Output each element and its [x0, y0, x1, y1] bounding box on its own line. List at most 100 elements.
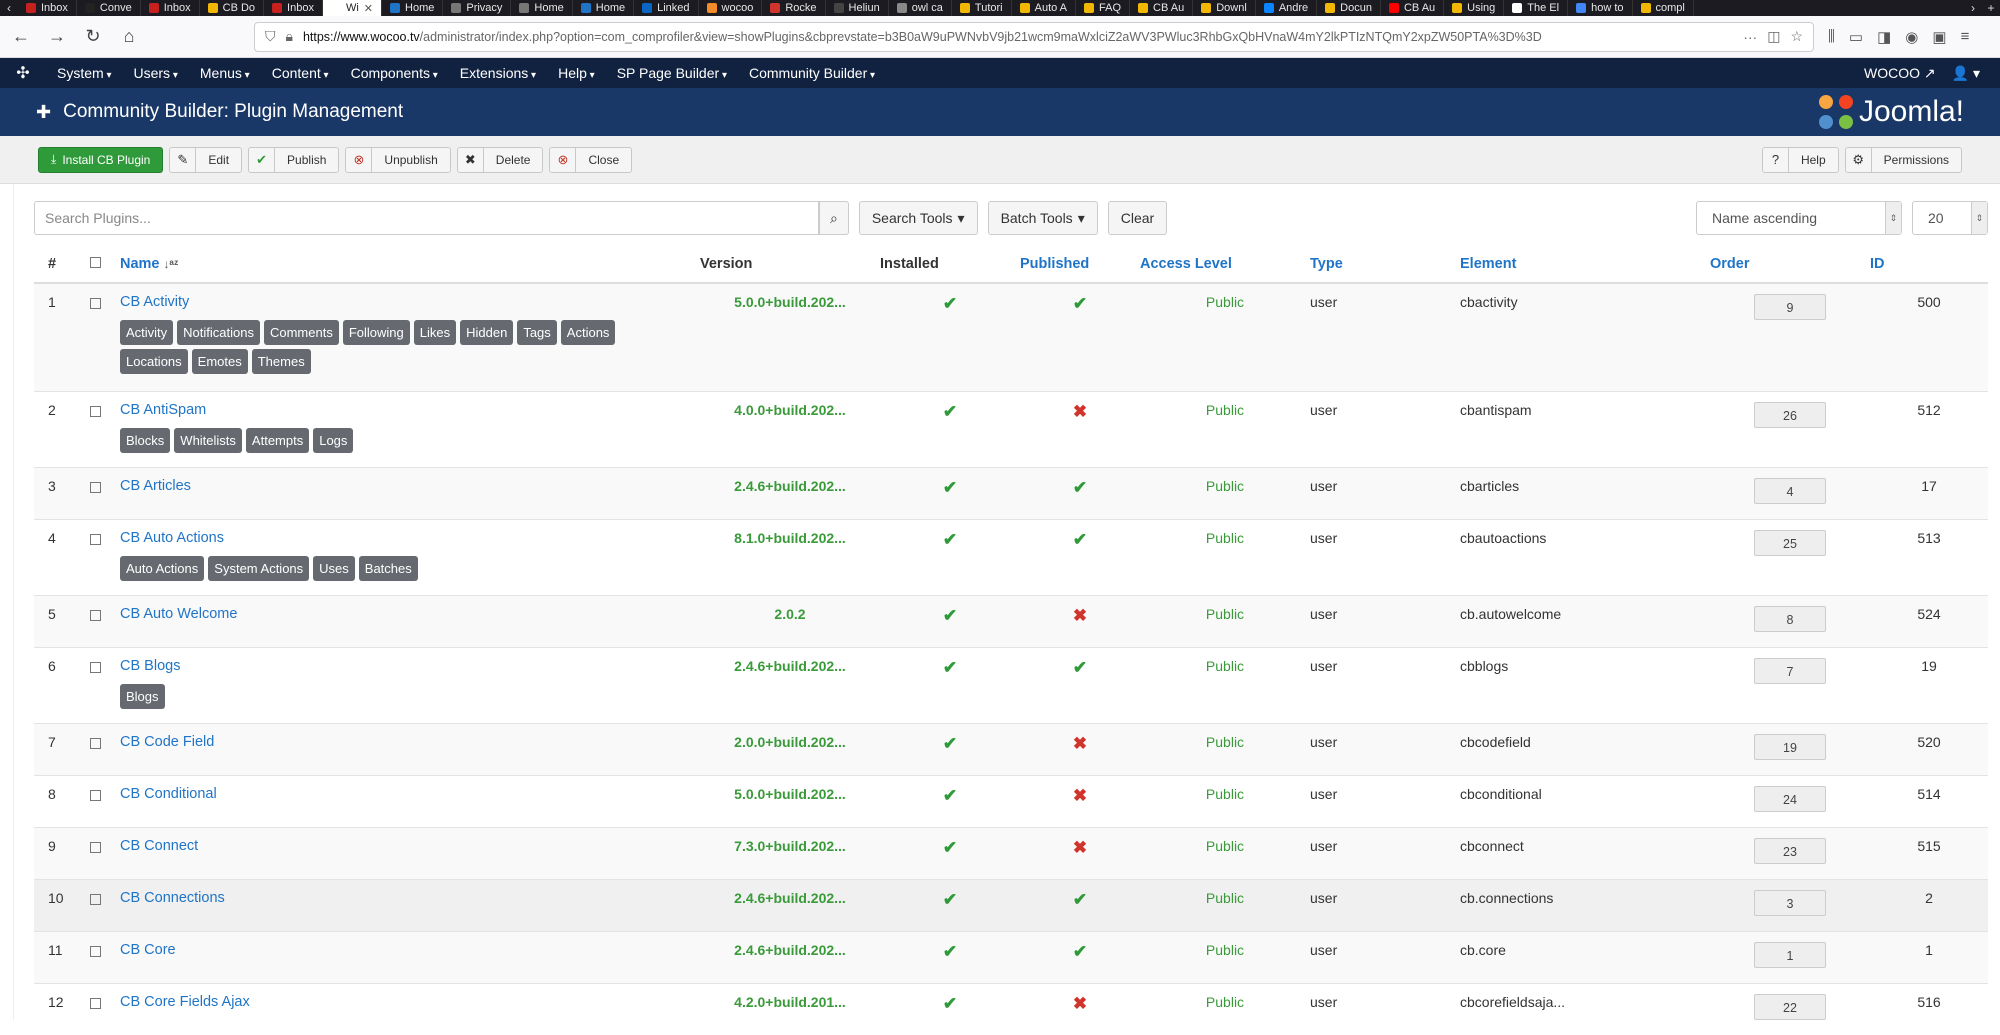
- tab-close-icon[interactable]: ✕: [364, 2, 373, 15]
- access-level-link[interactable]: Public: [1206, 734, 1244, 750]
- tab-scroll-right-icon[interactable]: ›: [1964, 1, 1982, 15]
- search-input[interactable]: [34, 201, 819, 235]
- back-icon[interactable]: ←: [10, 26, 32, 47]
- site-link[interactable]: WOCOO ↗: [1864, 65, 1936, 82]
- browser-tab[interactable]: Conve: [77, 0, 141, 16]
- browser-tab[interactable]: Downl: [1193, 0, 1256, 16]
- published-check-icon[interactable]: ✔: [1073, 890, 1087, 909]
- access-level-link[interactable]: Public: [1206, 838, 1244, 854]
- unpublished-x-icon[interactable]: ✖: [1073, 786, 1087, 805]
- plugin-tab-link[interactable]: Locations: [120, 349, 188, 374]
- col-published[interactable]: Published: [1020, 245, 1140, 284]
- close-button[interactable]: ⊗ Close: [549, 146, 633, 173]
- col-name[interactable]: Name ↓ᵃᶻ: [120, 245, 700, 284]
- address-bar[interactable]: ⛉ 🔒︎ https://www.wocoo.tv/administrator/…: [254, 21, 1814, 52]
- version-link[interactable]: 2.4.6+build.202...: [734, 890, 846, 906]
- bookmark-star-icon[interactable]: ☆: [1790, 28, 1803, 45]
- version-link[interactable]: 7.3.0+build.202...: [734, 838, 846, 854]
- access-level-link[interactable]: Public: [1206, 606, 1244, 622]
- row-checkbox[interactable]: [90, 945, 101, 957]
- published-check-icon[interactable]: ✔: [1073, 530, 1087, 549]
- sidebar-icon[interactable]: ▭: [1849, 28, 1863, 46]
- access-level-link[interactable]: Public: [1206, 942, 1244, 958]
- extension-icon[interactable]: ▣: [1932, 28, 1946, 46]
- row-checkbox[interactable]: [90, 737, 101, 749]
- browser-tab[interactable]: The El: [1504, 0, 1569, 16]
- menu-content[interactable]: Content: [261, 65, 340, 81]
- menu-icon[interactable]: ≡: [1961, 28, 1970, 46]
- joomla-logo-icon[interactable]: ✣: [8, 63, 38, 83]
- unpublish-button[interactable]: ⊗ Unpublish: [345, 146, 451, 173]
- row-checkbox[interactable]: [90, 405, 101, 417]
- browser-tab[interactable]: CB Au: [1130, 0, 1194, 16]
- access-level-link[interactable]: Public: [1206, 658, 1244, 674]
- plugin-name-link[interactable]: CB Core: [120, 942, 700, 962]
- browser-tab[interactable]: Docun: [1317, 0, 1381, 16]
- plugin-name-link[interactable]: CB Articles: [120, 478, 700, 498]
- delete-button[interactable]: ✖ Delete: [456, 146, 544, 173]
- browser-tab[interactable]: Auto A: [1012, 0, 1077, 16]
- version-link[interactable]: 2.4.6+build.202...: [734, 478, 846, 494]
- edit-button[interactable]: ✎ Edit: [169, 146, 243, 173]
- plugin-tab-link[interactable]: Blogs: [120, 683, 165, 709]
- plugin-name-link[interactable]: CB Auto Welcome: [120, 606, 700, 626]
- row-checkbox[interactable]: [90, 533, 101, 545]
- browser-tab[interactable]: Inbox: [141, 0, 200, 16]
- version-link[interactable]: 4.2.0+build.201...: [734, 994, 846, 1010]
- reload-icon[interactable]: ↻: [82, 26, 104, 47]
- plugin-tab-link[interactable]: Following: [342, 320, 410, 345]
- published-check-icon[interactable]: ✔: [1073, 294, 1087, 313]
- browser-tab[interactable]: CB Au: [1381, 0, 1445, 16]
- row-checkbox[interactable]: [90, 481, 101, 493]
- browser-tab[interactable]: Using: [1444, 0, 1505, 16]
- plugin-tab-link[interactable]: Blocks: [120, 427, 171, 453]
- row-checkbox[interactable]: [90, 661, 101, 673]
- row-checkbox[interactable]: [90, 997, 101, 1009]
- plugin-tab-link[interactable]: Emotes: [191, 349, 248, 374]
- home-icon[interactable]: ⌂: [118, 26, 140, 47]
- unpublished-x-icon[interactable]: ✖: [1073, 994, 1087, 1013]
- menu-system[interactable]: System: [46, 65, 123, 81]
- shield-icon[interactable]: ⛉: [265, 28, 276, 45]
- version-link[interactable]: 5.0.0+build.202...: [734, 294, 846, 310]
- version-link[interactable]: 5.0.0+build.202...: [734, 786, 846, 802]
- order-input[interactable]: 8: [1754, 605, 1826, 632]
- plugin-tab-link[interactable]: Auto Actions: [120, 555, 205, 581]
- plugin-tab-link[interactable]: Actions: [560, 320, 616, 345]
- order-input[interactable]: 3: [1754, 889, 1826, 916]
- browser-tab[interactable]: Home: [511, 0, 573, 16]
- url-text[interactable]: https://www.wocoo.tv/administrator/index…: [303, 30, 1733, 44]
- menu-components[interactable]: Components: [340, 65, 449, 81]
- plugin-tab-link[interactable]: Activity: [120, 320, 174, 345]
- version-link[interactable]: 2.0.0+build.202...: [734, 734, 846, 750]
- order-input[interactable]: 24: [1754, 785, 1826, 812]
- clear-button[interactable]: Clear: [1107, 201, 1168, 235]
- plugin-tab-link[interactable]: Attempts: [245, 427, 310, 453]
- plugin-tab-link[interactable]: Whitelists: [174, 427, 242, 453]
- new-tab-icon[interactable]: +: [1982, 1, 2000, 15]
- plugin-name-link[interactable]: CB Activity: [120, 294, 700, 314]
- plugin-tab-link[interactable]: System Actions: [208, 555, 310, 581]
- plugin-tab-link[interactable]: Logs: [313, 427, 354, 453]
- install-plugin-button[interactable]: ⤓ Install CB Plugin: [38, 146, 164, 173]
- row-checkbox[interactable]: [90, 298, 101, 309]
- unpublished-x-icon[interactable]: ✖: [1073, 734, 1087, 753]
- browser-tab[interactable]: Home: [382, 0, 444, 16]
- browser-tab[interactable]: Linked: [634, 0, 699, 16]
- browser-tab[interactable]: Inbox: [264, 0, 323, 16]
- version-link[interactable]: 8.1.0+build.202...: [734, 530, 846, 546]
- browser-tab[interactable]: wocoo: [699, 0, 763, 16]
- user-menu[interactable]: 👤 ▾: [1952, 65, 1980, 82]
- browser-tab[interactable]: Tutori: [952, 0, 1012, 16]
- plugin-name-link[interactable]: CB AntiSpam: [120, 402, 700, 422]
- order-input[interactable]: 1: [1754, 941, 1826, 968]
- plugin-tab-link[interactable]: Tags: [517, 320, 557, 345]
- row-checkbox[interactable]: [90, 609, 101, 621]
- order-input[interactable]: 26: [1754, 401, 1826, 428]
- row-checkbox[interactable]: [90, 841, 101, 853]
- browser-tab[interactable]: Rocke: [762, 0, 826, 16]
- access-level-link[interactable]: Public: [1206, 994, 1244, 1010]
- order-input[interactable]: 7: [1754, 657, 1826, 684]
- reader-icon[interactable]: ◨: [1877, 28, 1891, 46]
- browser-tab[interactable]: Heliun: [826, 0, 889, 16]
